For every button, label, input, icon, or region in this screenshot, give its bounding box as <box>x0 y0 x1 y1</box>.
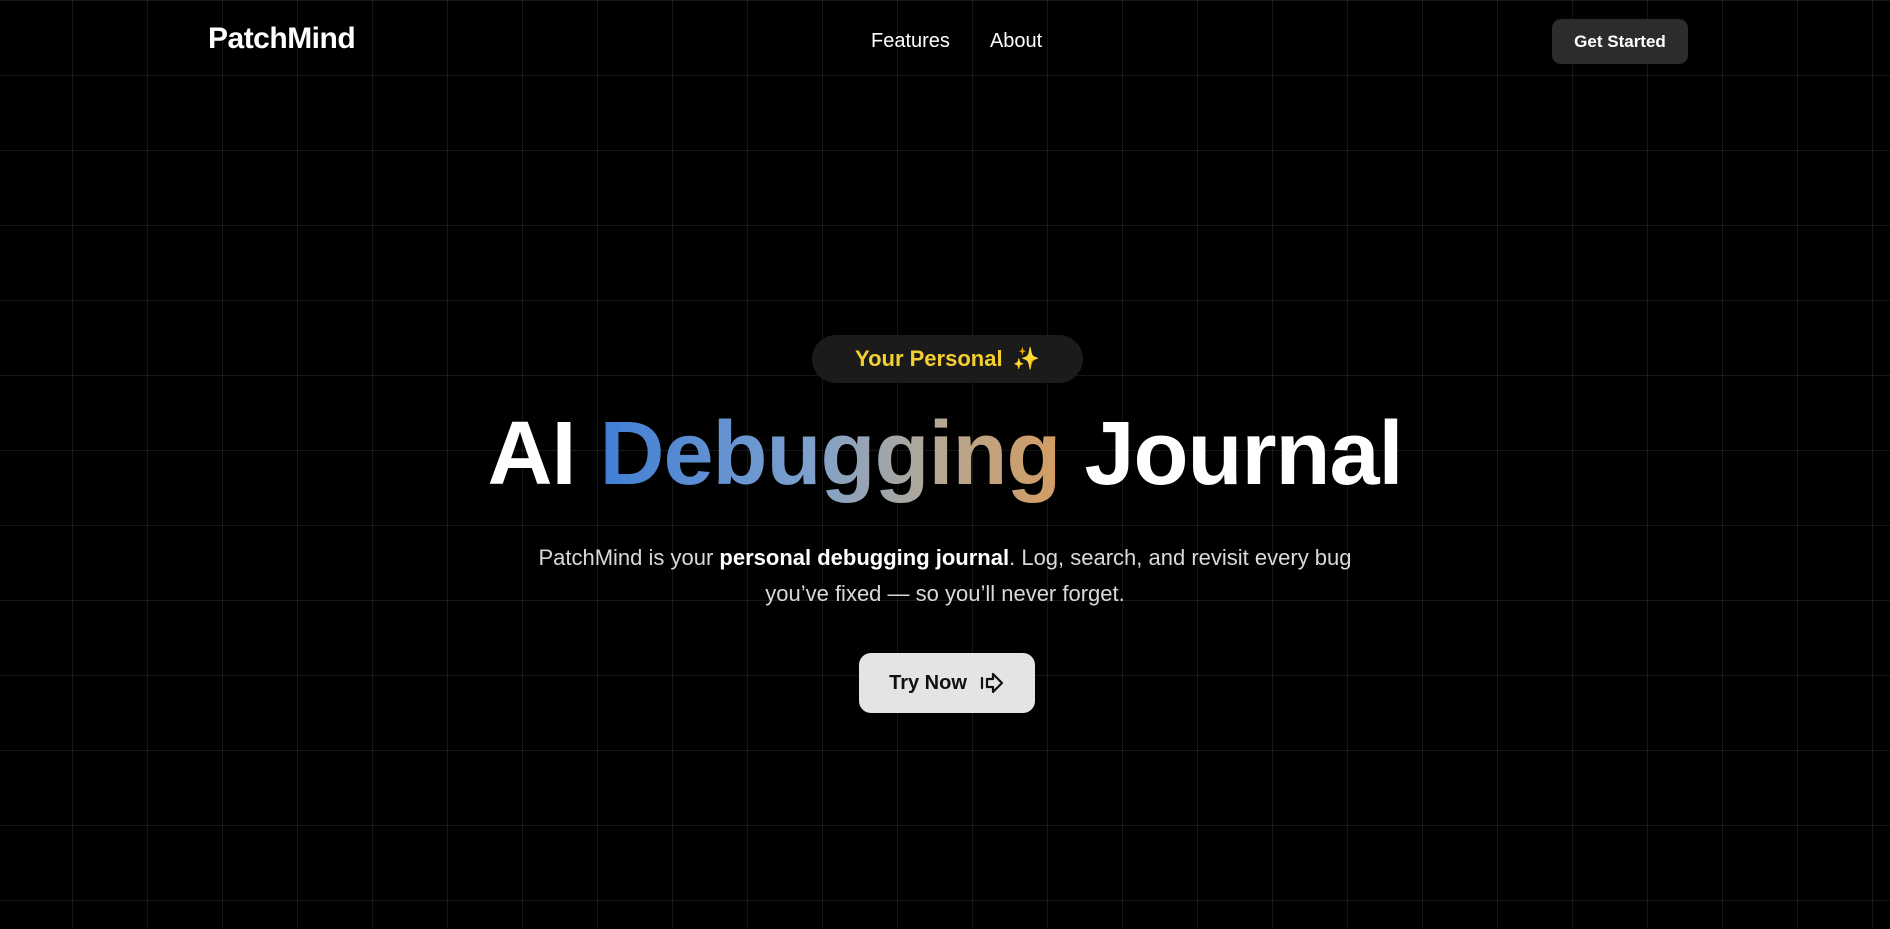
headline-word-ai: AI <box>487 404 576 504</box>
subtitle-suffix: . Log, search, and revisit every bug <box>1009 545 1352 570</box>
sparkles-icon: ✨ <box>1012 346 1040 371</box>
subtitle-line2: you’ve fixed — so you’ll never forget. <box>765 581 1125 606</box>
navbar: PatchMind Features About Get Started <box>0 0 1890 82</box>
nav-links: Features About <box>871 30 1042 53</box>
hero-subtitle: PatchMind is your personal debugging jou… <box>0 540 1890 612</box>
subtitle-bold: personal debugging journal <box>719 545 1010 570</box>
try-now-button[interactable]: Try Now <box>859 653 1035 713</box>
nav-link-about[interactable]: About <box>990 30 1042 53</box>
nav-link-features[interactable]: Features <box>871 30 950 53</box>
hero-headline: AI Debugging Journal <box>0 398 1890 510</box>
hero-badge: Your Personal ✨ <box>812 335 1083 383</box>
subtitle-prefix: PatchMind is your <box>538 545 720 570</box>
arrow-right-icon <box>979 670 1005 696</box>
headline-word-journal: Journal <box>1084 404 1403 504</box>
badge-label: Your Personal <box>855 346 1003 371</box>
logo[interactable]: PatchMind <box>208 22 356 56</box>
get-started-button[interactable]: Get Started <box>1552 19 1688 64</box>
headline-word-debugging: Debugging <box>599 404 1062 504</box>
landing-page: PatchMind Features About Get Started You… <box>0 0 1890 929</box>
try-now-label: Try Now <box>889 671 967 694</box>
